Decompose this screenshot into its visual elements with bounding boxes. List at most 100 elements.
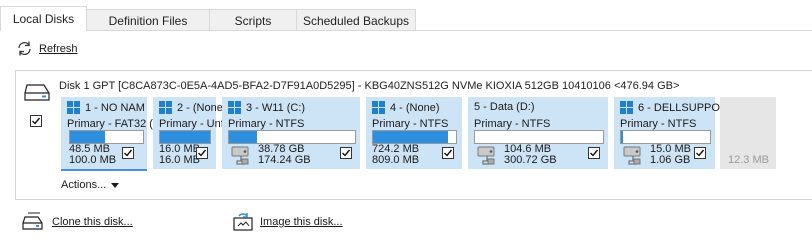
clone-row[interactable]: Clone this disk... <box>22 212 133 232</box>
disk-title: Disk 1 GPT [C8CA873C-0E5A-4AD5-BFA2-D7F9… <box>59 80 680 92</box>
partition-checkbox[interactable] <box>442 147 454 159</box>
usage-fill <box>373 131 448 143</box>
refresh-row[interactable]: Refresh <box>16 40 78 57</box>
refresh-link[interactable]: Refresh <box>39 43 78 55</box>
partition-sizes: 48.5 MB 100.0 MB <box>69 144 116 166</box>
total-size: 300.72 GB <box>504 154 557 166</box>
check-icon <box>342 149 351 157</box>
chevron-down-icon <box>111 182 120 188</box>
checkbox-box[interactable] <box>588 147 600 159</box>
usage-bar <box>69 130 144 144</box>
tab-label: Definition Files <box>108 13 188 28</box>
partition-header: 5 - Data (D:) <box>474 101 535 113</box>
checkbox-box[interactable] <box>442 147 454 159</box>
partition-3[interactable]: 3 - W11 (C:) Primary - NTFS 38.78 GB 174… <box>222 97 360 169</box>
tab-scheduled-backups[interactable]: Scheduled Backups <box>296 9 416 31</box>
actions-dropdown[interactable]: Actions... <box>61 179 120 191</box>
tab-label: Scripts <box>234 13 272 28</box>
disk-checkbox[interactable] <box>30 115 42 127</box>
partition-2[interactable]: 2 - (None Primary - Unfo 16.0 MB 16.0 MB <box>153 97 230 169</box>
partition-sizes: 15.0 MB 1.06 GB <box>650 144 691 166</box>
unallocated-size: 12.3 MB <box>728 154 769 166</box>
total-size: 809.0 MB <box>372 154 420 166</box>
check-icon <box>590 149 599 157</box>
partition-6[interactable]: 6 - DELLSUPPORT Primary - NTFS 15.0 MB 1… <box>614 97 734 169</box>
partition-type: Primary - NTFS <box>372 118 449 130</box>
tab-label: Local Disks <box>12 12 75 26</box>
actions-label: Actions... <box>61 179 107 191</box>
partition-4[interactable]: 4 - (None) Primary - NTFS 724.2 MB 809.0… <box>366 97 462 169</box>
usage-bar <box>620 130 711 144</box>
partition-type: Primary - NTFS <box>228 118 305 130</box>
partition-type: Primary - NTFS <box>474 118 551 130</box>
total-size: 1.06 GB <box>650 154 691 166</box>
usage-bar <box>159 130 211 144</box>
total-size: 100.0 MB <box>69 154 117 166</box>
tab-local-disks[interactable]: Local Disks <box>0 6 87 32</box>
total-size: 174.24 GB <box>258 154 311 166</box>
usage-bar <box>474 130 604 144</box>
clone-disk-icon <box>22 212 43 230</box>
partition-checkbox[interactable] <box>196 147 208 159</box>
partition-header: 6 - DELLSUPPORT <box>620 101 734 114</box>
partition-header: 3 - W11 (C:) <box>228 101 305 114</box>
image-disk-link[interactable]: Image this disk... <box>260 216 343 228</box>
checkbox-box[interactable] <box>196 147 208 159</box>
usage-bar <box>228 130 356 144</box>
check-icon <box>696 149 705 157</box>
check-icon <box>444 149 453 157</box>
drive-icon <box>231 146 249 165</box>
windows-icon <box>620 101 633 114</box>
tab-scripts[interactable]: Scripts <box>209 9 297 31</box>
usage-fill <box>621 131 623 143</box>
partition-checkbox[interactable] <box>122 147 134 159</box>
checkbox-box[interactable] <box>30 115 42 127</box>
clone-disk-link[interactable]: Clone this disk... <box>52 216 133 228</box>
image-row[interactable]: Image this disk... <box>232 212 343 232</box>
checkbox-box[interactable] <box>694 147 706 159</box>
partition-name: 5 - Data (D:) <box>474 101 535 113</box>
windows-icon <box>67 101 80 114</box>
checkbox-box[interactable] <box>122 147 134 159</box>
drive-icon <box>477 146 495 165</box>
hard-disk-icon <box>24 84 50 101</box>
partition-checkbox[interactable] <box>694 147 706 159</box>
unallocated-space[interactable]: 12.3 MB <box>720 97 776 169</box>
usage-fill <box>70 131 106 143</box>
partition-name: 2 - (None <box>177 101 223 114</box>
partition-name: 4 - (None) <box>390 101 440 114</box>
partition-1[interactable]: 1 - NO NAM Primary - FAT32 ( 48.5 MB 100… <box>61 97 153 171</box>
partition-header: 1 - NO NAM <box>67 101 145 114</box>
partition-sizes: 724.2 MB 809.0 MB <box>372 144 419 166</box>
partition-checkbox[interactable] <box>588 147 600 159</box>
windows-icon <box>159 101 172 114</box>
drive-icon <box>623 146 641 165</box>
check-icon <box>32 117 41 125</box>
check-icon <box>124 149 133 157</box>
usage-fill <box>229 131 257 143</box>
partition-type: Primary - NTFS <box>620 118 697 130</box>
image-disk-icon <box>233 213 253 231</box>
windows-icon <box>372 101 385 114</box>
tab-bar: Local Disks Definition Files Scripts Sch… <box>0 0 812 32</box>
partition-5[interactable]: 5 - Data (D:) Primary - NTFS 104.6 MB 30… <box>468 97 608 169</box>
checkbox-box[interactable] <box>340 147 352 159</box>
partition-type: Primary - Unfo <box>159 118 230 130</box>
partition-sizes: 38.78 GB 174.24 GB <box>258 144 311 166</box>
partition-name: 3 - W11 (C:) <box>246 101 306 114</box>
partition-sizes: 16.0 MB 16.0 MB <box>159 144 200 166</box>
partition-sizes: 104.6 MB 300.72 GB <box>504 144 557 166</box>
usage-fill <box>160 131 210 143</box>
tab-definition-files[interactable]: Definition Files <box>86 9 210 31</box>
partition-checkbox[interactable] <box>340 147 352 159</box>
partition-name: 1 - NO NAM <box>85 101 145 114</box>
refresh-icon <box>18 41 31 56</box>
partition-type: Primary - FAT32 ( <box>67 118 153 130</box>
tab-label: Scheduled Backups <box>302 13 410 28</box>
check-icon <box>198 149 207 157</box>
total-size: 16.0 MB <box>159 154 200 166</box>
windows-icon <box>228 101 241 114</box>
usage-bar <box>372 130 457 144</box>
partition-header: 2 - (None <box>159 101 223 114</box>
partition-header: 4 - (None) <box>372 101 440 114</box>
